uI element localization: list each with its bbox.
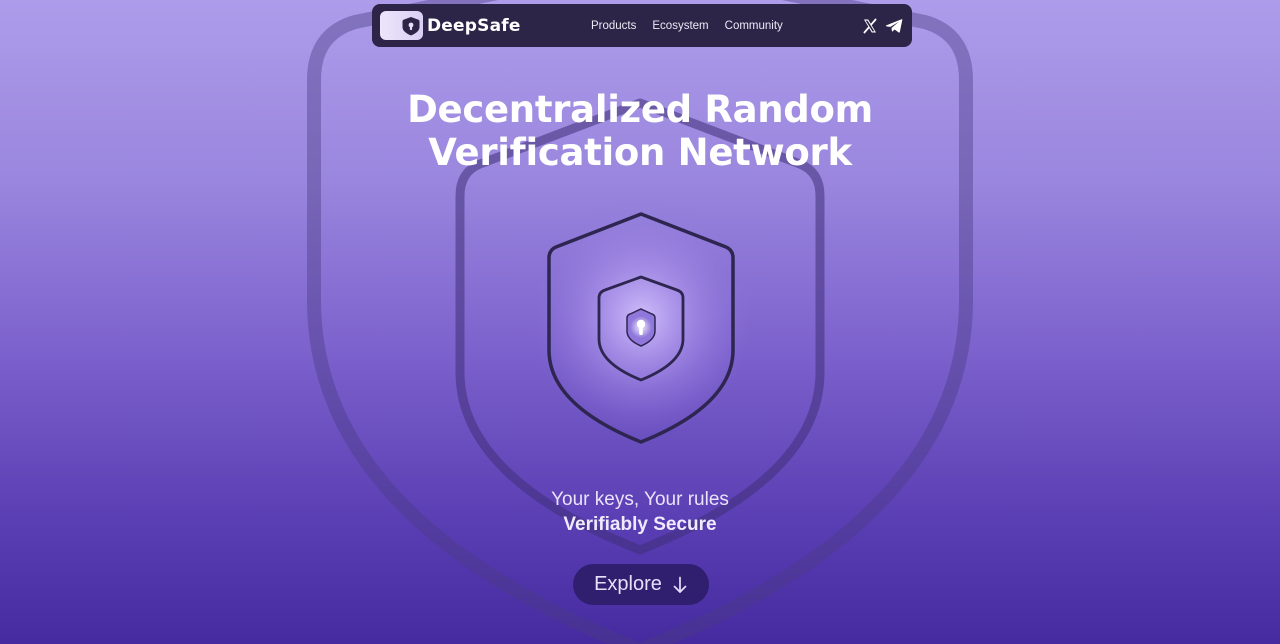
nav-link-ecosystem[interactable]: Ecosystem xyxy=(652,20,708,32)
hero-title-line-1: Decentralized Random xyxy=(407,88,873,131)
nav-links: Products Ecosystem Community xyxy=(591,4,783,47)
explore-button[interactable]: Explore xyxy=(573,564,709,605)
arrow-down-icon xyxy=(673,576,687,593)
tagline-line-2: Verifiably Secure xyxy=(563,514,717,535)
tagline-line-1: Your keys, Your rules xyxy=(551,489,729,510)
telegram-icon[interactable] xyxy=(885,17,903,35)
brand-logo[interactable]: DeepSafe xyxy=(380,11,521,40)
social-links xyxy=(861,4,903,47)
x-icon[interactable] xyxy=(861,17,879,35)
brand-name: DeepSafe xyxy=(427,15,521,36)
hero-title: Decentralized Random Verification Networ… xyxy=(340,88,940,174)
keyhole-shield-icon xyxy=(380,11,423,40)
top-navigation-bar: DeepSafe Products Ecosystem Community xyxy=(372,4,912,47)
hero-tagline: Your keys, Your rules Verifiably Secure xyxy=(440,487,840,537)
explore-button-label: Explore xyxy=(594,573,662,595)
nav-link-community[interactable]: Community xyxy=(725,20,783,32)
nav-link-products[interactable]: Products xyxy=(591,20,636,32)
hero-title-line-2: Verification Network xyxy=(428,131,852,174)
